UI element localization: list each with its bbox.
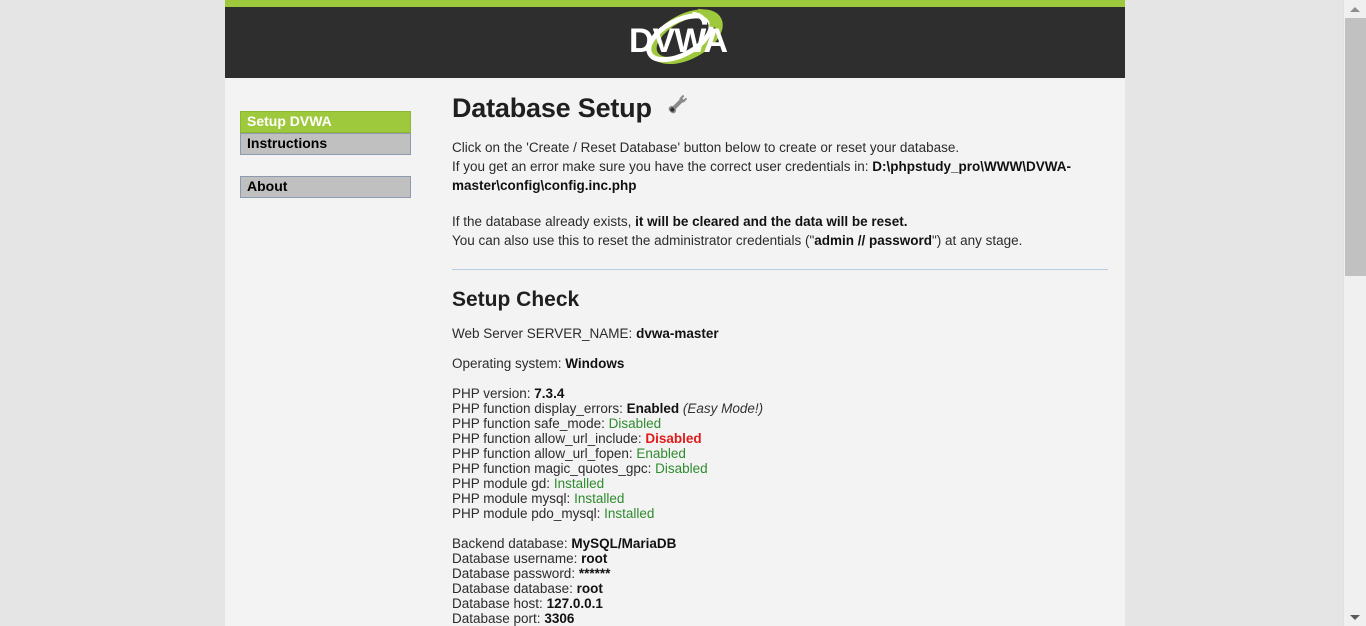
db-check-label: Database username: [452,551,582,566]
php-check-line: PHP function safe_mode: Disabled [452,416,1112,431]
php-check-line: PHP function display_errors: Enabled (Ea… [452,401,1112,416]
php-check-value: Disabled [608,416,662,431]
sidebar-item-about[interactable]: About [240,176,411,198]
db-check-value: 3306 [544,611,575,626]
main-content: Database Setup Click on the 'Create / Re… [452,78,1112,626]
page-title: Database Setup [452,78,1112,124]
dvwa-logo: DVWA [615,4,745,76]
intro-line-2-prefix: If you get an error make sure you have t… [452,159,873,174]
intro-paragraph-1: Click on the 'Create / Reset Database' b… [452,138,1112,195]
intro-line-1: Click on the 'Create / Reset Database' b… [452,140,960,155]
php-check-line: PHP function allow_url_include: Disabled [452,431,1112,446]
site-header: DVWA [225,0,1125,78]
sidebar-nav: Setup DVWA Instructions About [240,111,425,198]
db-check-value: root [581,551,608,566]
scroll-up-arrow-icon [1350,7,1360,12]
php-check-value: 7.3.4 [534,386,565,401]
php-check-line: PHP module mysql: Installed [452,491,1112,506]
php-check-value: Installed [574,491,625,506]
db-check-value: ****** [578,566,611,581]
db-check-value: MySQL/MariaDB [571,536,677,551]
vertical-scrollbar[interactable] [1343,0,1366,626]
intro-line-4-suffix: ") at any stage. [932,233,1023,248]
php-check-label: PHP function allow_url_include: [452,431,646,446]
php-check-label: PHP version: [452,386,535,401]
server-name-line: Web Server SERVER_NAME: dvwa-master [452,326,1112,341]
db-check-label: Database host: [452,596,547,611]
php-check-line: PHP module gd: Installed [452,476,1112,491]
server-name-value: dvwa-master [636,326,719,341]
db-check-label: Database password: [452,566,579,581]
scroll-down-button[interactable] [1344,608,1366,626]
php-check-line: PHP version: 7.3.4 [452,386,1112,401]
db-check-line: Backend database: MySQL/MariaDB [452,536,1112,551]
php-check-line: PHP module pdo_mysql: Installed [452,506,1112,521]
os-value: Windows [565,356,625,371]
php-check-value: Enabled [626,401,680,416]
php-check-label: PHP function display_errors: [452,401,627,416]
server-name-label: Web Server SERVER_NAME: [452,326,637,341]
db-check-line: Database port: 3306 [452,611,1112,626]
scroll-down-arrow-icon [1350,615,1360,620]
php-check-value: Installed [553,476,605,491]
db-check-line: Database host: 127.0.0.1 [452,596,1112,611]
db-check-label: Backend database: [452,536,572,551]
intro-line-3-prefix: If the database already exists, [452,214,636,229]
page-title-text: Database Setup [452,93,652,123]
svg-text:DVWA: DVWA [629,22,727,60]
php-check-label: PHP function magic_quotes_gpc: [452,461,656,476]
db-check-line: Database password: ****** [452,566,1112,581]
scrollbar-thumb[interactable] [1345,18,1366,276]
database-checks-block: Backend database: MySQL/MariaDB Database … [452,536,1112,626]
page-body: Setup DVWA Instructions About Database S… [225,78,1125,626]
php-check-label: PHP function safe_mode: [452,416,609,431]
php-check-value: Disabled [645,431,702,446]
default-credentials: admin // password [814,233,933,248]
section-divider [452,269,1108,270]
php-checks-block: PHP version: 7.3.4 PHP function display_e… [452,386,1112,521]
os-block: Operating system: Windows [452,356,1112,371]
php-check-value: Installed [604,506,655,521]
php-check-label: PHP module gd: [452,476,554,491]
os-line: Operating system: Windows [452,356,1112,371]
db-check-label: Database port: [452,611,545,626]
php-check-label: PHP function allow_url_fopen: [452,446,637,461]
browser-viewport: DVWA Setup DVWA Instructions About Datab… [0,0,1366,626]
php-check-line: PHP function allow_url_fopen: Enabled [452,446,1112,461]
db-check-line: Database database: root [452,581,1112,596]
intro-line-3-bold: it will be cleared and the data will be … [635,214,908,229]
php-check-note: (Easy Mode!) [679,401,764,416]
php-check-label: PHP module pdo_mysql: [452,506,605,521]
os-label: Operating system: [452,356,566,371]
db-check-value: root [576,581,603,596]
db-check-line: Database username: root [452,551,1112,566]
sidebar-item-instructions[interactable]: Instructions [240,133,411,155]
dvwa-page-container: DVWA Setup DVWA Instructions About Datab… [225,0,1125,626]
wrench-icon [667,91,689,122]
intro-line-4-prefix: You can also use this to reset the admin… [452,233,815,248]
php-check-line: PHP function magic_quotes_gpc: Disabled [452,461,1112,476]
db-check-value: 127.0.0.1 [546,596,603,611]
server-name-block: Web Server SERVER_NAME: dvwa-master [452,326,1112,341]
php-check-label: PHP module mysql: [452,491,575,506]
php-check-value: Disabled [655,461,708,476]
scroll-up-button[interactable] [1344,0,1366,18]
php-check-value: Enabled [636,446,686,461]
sidebar-item-setup-dvwa[interactable]: Setup DVWA [240,111,411,133]
intro-paragraph-2: If the database already exists, it will … [452,212,1112,250]
db-check-label: Database database: [452,581,577,596]
setup-check-heading: Setup Check [452,288,580,311]
